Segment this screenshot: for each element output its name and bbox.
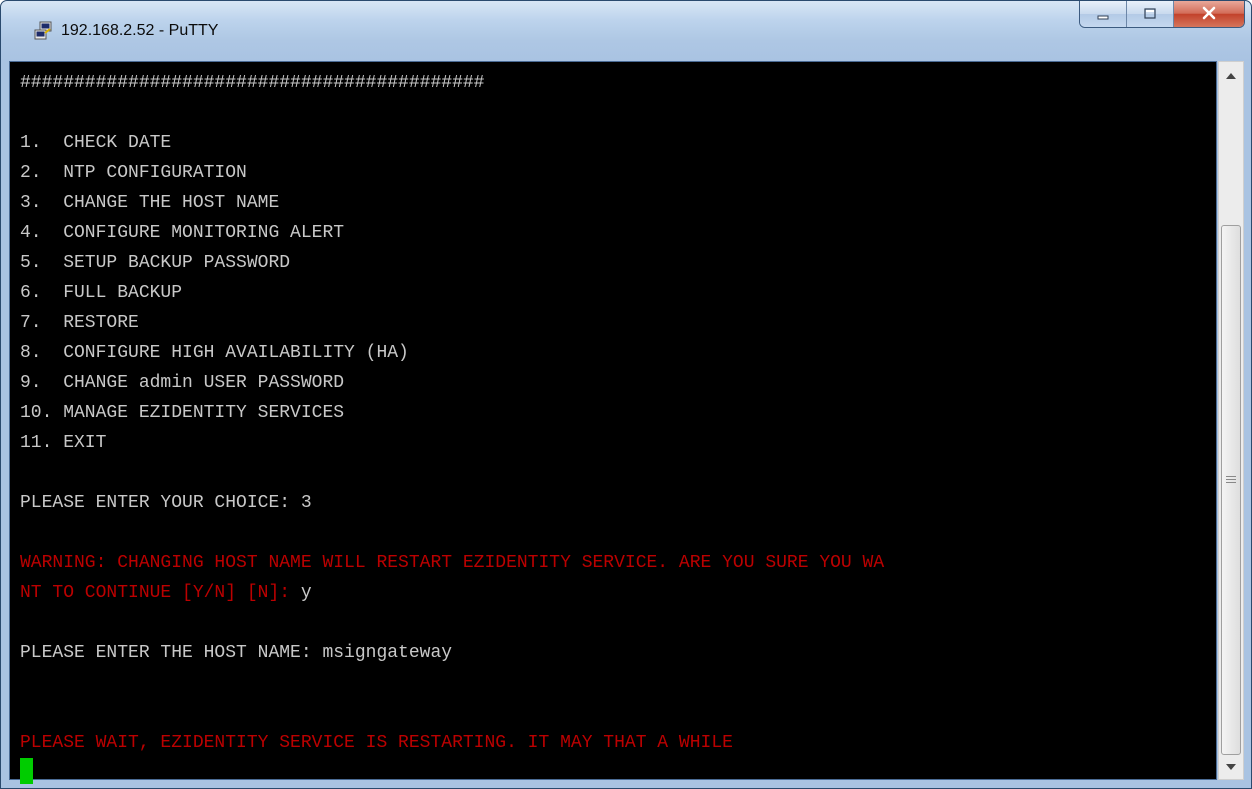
scroll-down-button[interactable]: [1219, 755, 1243, 777]
terminal-user-input: y: [300, 583, 312, 603]
terminal-line-text: PLEASE ENTER YOUR CHOICE: 3: [20, 493, 312, 513]
close-button[interactable]: [1174, 1, 1244, 27]
terminal-line: 4. CONFIGURE MONITORING ALERT: [20, 218, 884, 248]
maximize-icon: [1143, 5, 1157, 24]
terminal-line: ########################################…: [20, 68, 884, 98]
terminal-line-text: 2. NTP CONFIGURATION: [20, 163, 247, 183]
window-title: 192.168.2.52 - PuTTY: [61, 22, 219, 39]
terminal-line: 10. MANAGE EZIDENTITY SERVICES: [20, 398, 884, 428]
scroll-up-button[interactable]: [1219, 64, 1243, 86]
terminal-line: WARNING: CHANGING HOST NAME WILL RESTART…: [20, 548, 884, 578]
putty-app-icon[interactable]: [33, 21, 53, 41]
minimize-icon: [1096, 5, 1110, 24]
terminal-line-text: 1. CHECK DATE: [20, 133, 172, 153]
terminal-line-text: 5. SETUP BACKUP PASSWORD: [20, 253, 291, 273]
terminal-line-text: 9. CHANGE admin USER PASSWORD: [20, 373, 345, 393]
terminal-line-text: 11. EXIT: [20, 433, 107, 453]
terminal-line: 1. CHECK DATE: [20, 128, 884, 158]
terminal-line: 6. FULL BACKUP: [20, 278, 884, 308]
terminal-line-text: ########################################…: [20, 73, 485, 93]
arrow-down-icon: [1226, 760, 1236, 773]
terminal-line: PLEASE ENTER YOUR CHOICE: 3: [20, 488, 884, 518]
terminal-line-text: 3. CHANGE THE HOST NAME: [20, 193, 280, 213]
grip-icon: [1226, 476, 1236, 483]
terminal-line-text: PLEASE WAIT, EZIDENTITY SERVICE IS RESTA…: [20, 733, 733, 753]
scrollbar-thumb[interactable]: [1221, 225, 1241, 755]
terminal-line: 3. CHANGE THE HOST NAME: [20, 188, 884, 218]
vertical-scrollbar[interactable]: [1218, 61, 1244, 780]
terminal-line: PLEASE WAIT, EZIDENTITY SERVICE IS RESTA…: [20, 728, 884, 758]
terminal-line: 11. EXIT: [20, 428, 884, 458]
terminal-line-text: NT TO CONTINUE [Y/N] [N]:: [20, 583, 301, 603]
terminal-line: 9. CHANGE admin USER PASSWORD: [20, 368, 884, 398]
terminal-line-text: 7. RESTORE: [20, 313, 139, 333]
terminal-line-text: 8. CONFIGURE HIGH AVAILABILITY (HA): [20, 343, 409, 363]
close-icon: [1201, 5, 1217, 24]
terminal-line: 5. SETUP BACKUP PASSWORD: [20, 248, 884, 278]
maximize-button[interactable]: [1127, 1, 1174, 27]
terminal-line-text: PLEASE ENTER THE HOST NAME: msigngateway: [20, 643, 453, 663]
putty-window: 192.168.2.52 - PuTTY ###################…: [0, 0, 1252, 789]
terminal-line-text: WARNING: CHANGING HOST NAME WILL RESTART…: [20, 553, 885, 573]
arrow-up-icon: [1226, 69, 1236, 82]
minimize-button[interactable]: [1080, 1, 1127, 27]
window-controls: [1079, 1, 1245, 28]
terminal-output: ########################################…: [20, 68, 884, 788]
text-cursor: [20, 758, 33, 784]
terminal-line: 2. NTP CONFIGURATION: [20, 158, 884, 188]
terminal-line: 7. RESTORE: [20, 308, 884, 338]
terminal-line: PLEASE ENTER THE HOST NAME: msigngateway: [20, 638, 884, 668]
terminal-line: NT TO CONTINUE [Y/N] [N]: y: [20, 578, 884, 608]
terminal-line-text: 4. CONFIGURE MONITORING ALERT: [20, 223, 345, 243]
terminal-screen[interactable]: ########################################…: [9, 61, 1217, 784]
terminal-line: [20, 758, 884, 788]
title-bar[interactable]: 192.168.2.52 - PuTTY: [1, 1, 1251, 61]
terminal-line-text: 10. MANAGE EZIDENTITY SERVICES: [20, 403, 345, 423]
terminal-line-text: 6. FULL BACKUP: [20, 283, 183, 303]
terminal-line: 8. CONFIGURE HIGH AVAILABILITY (HA): [20, 338, 884, 368]
